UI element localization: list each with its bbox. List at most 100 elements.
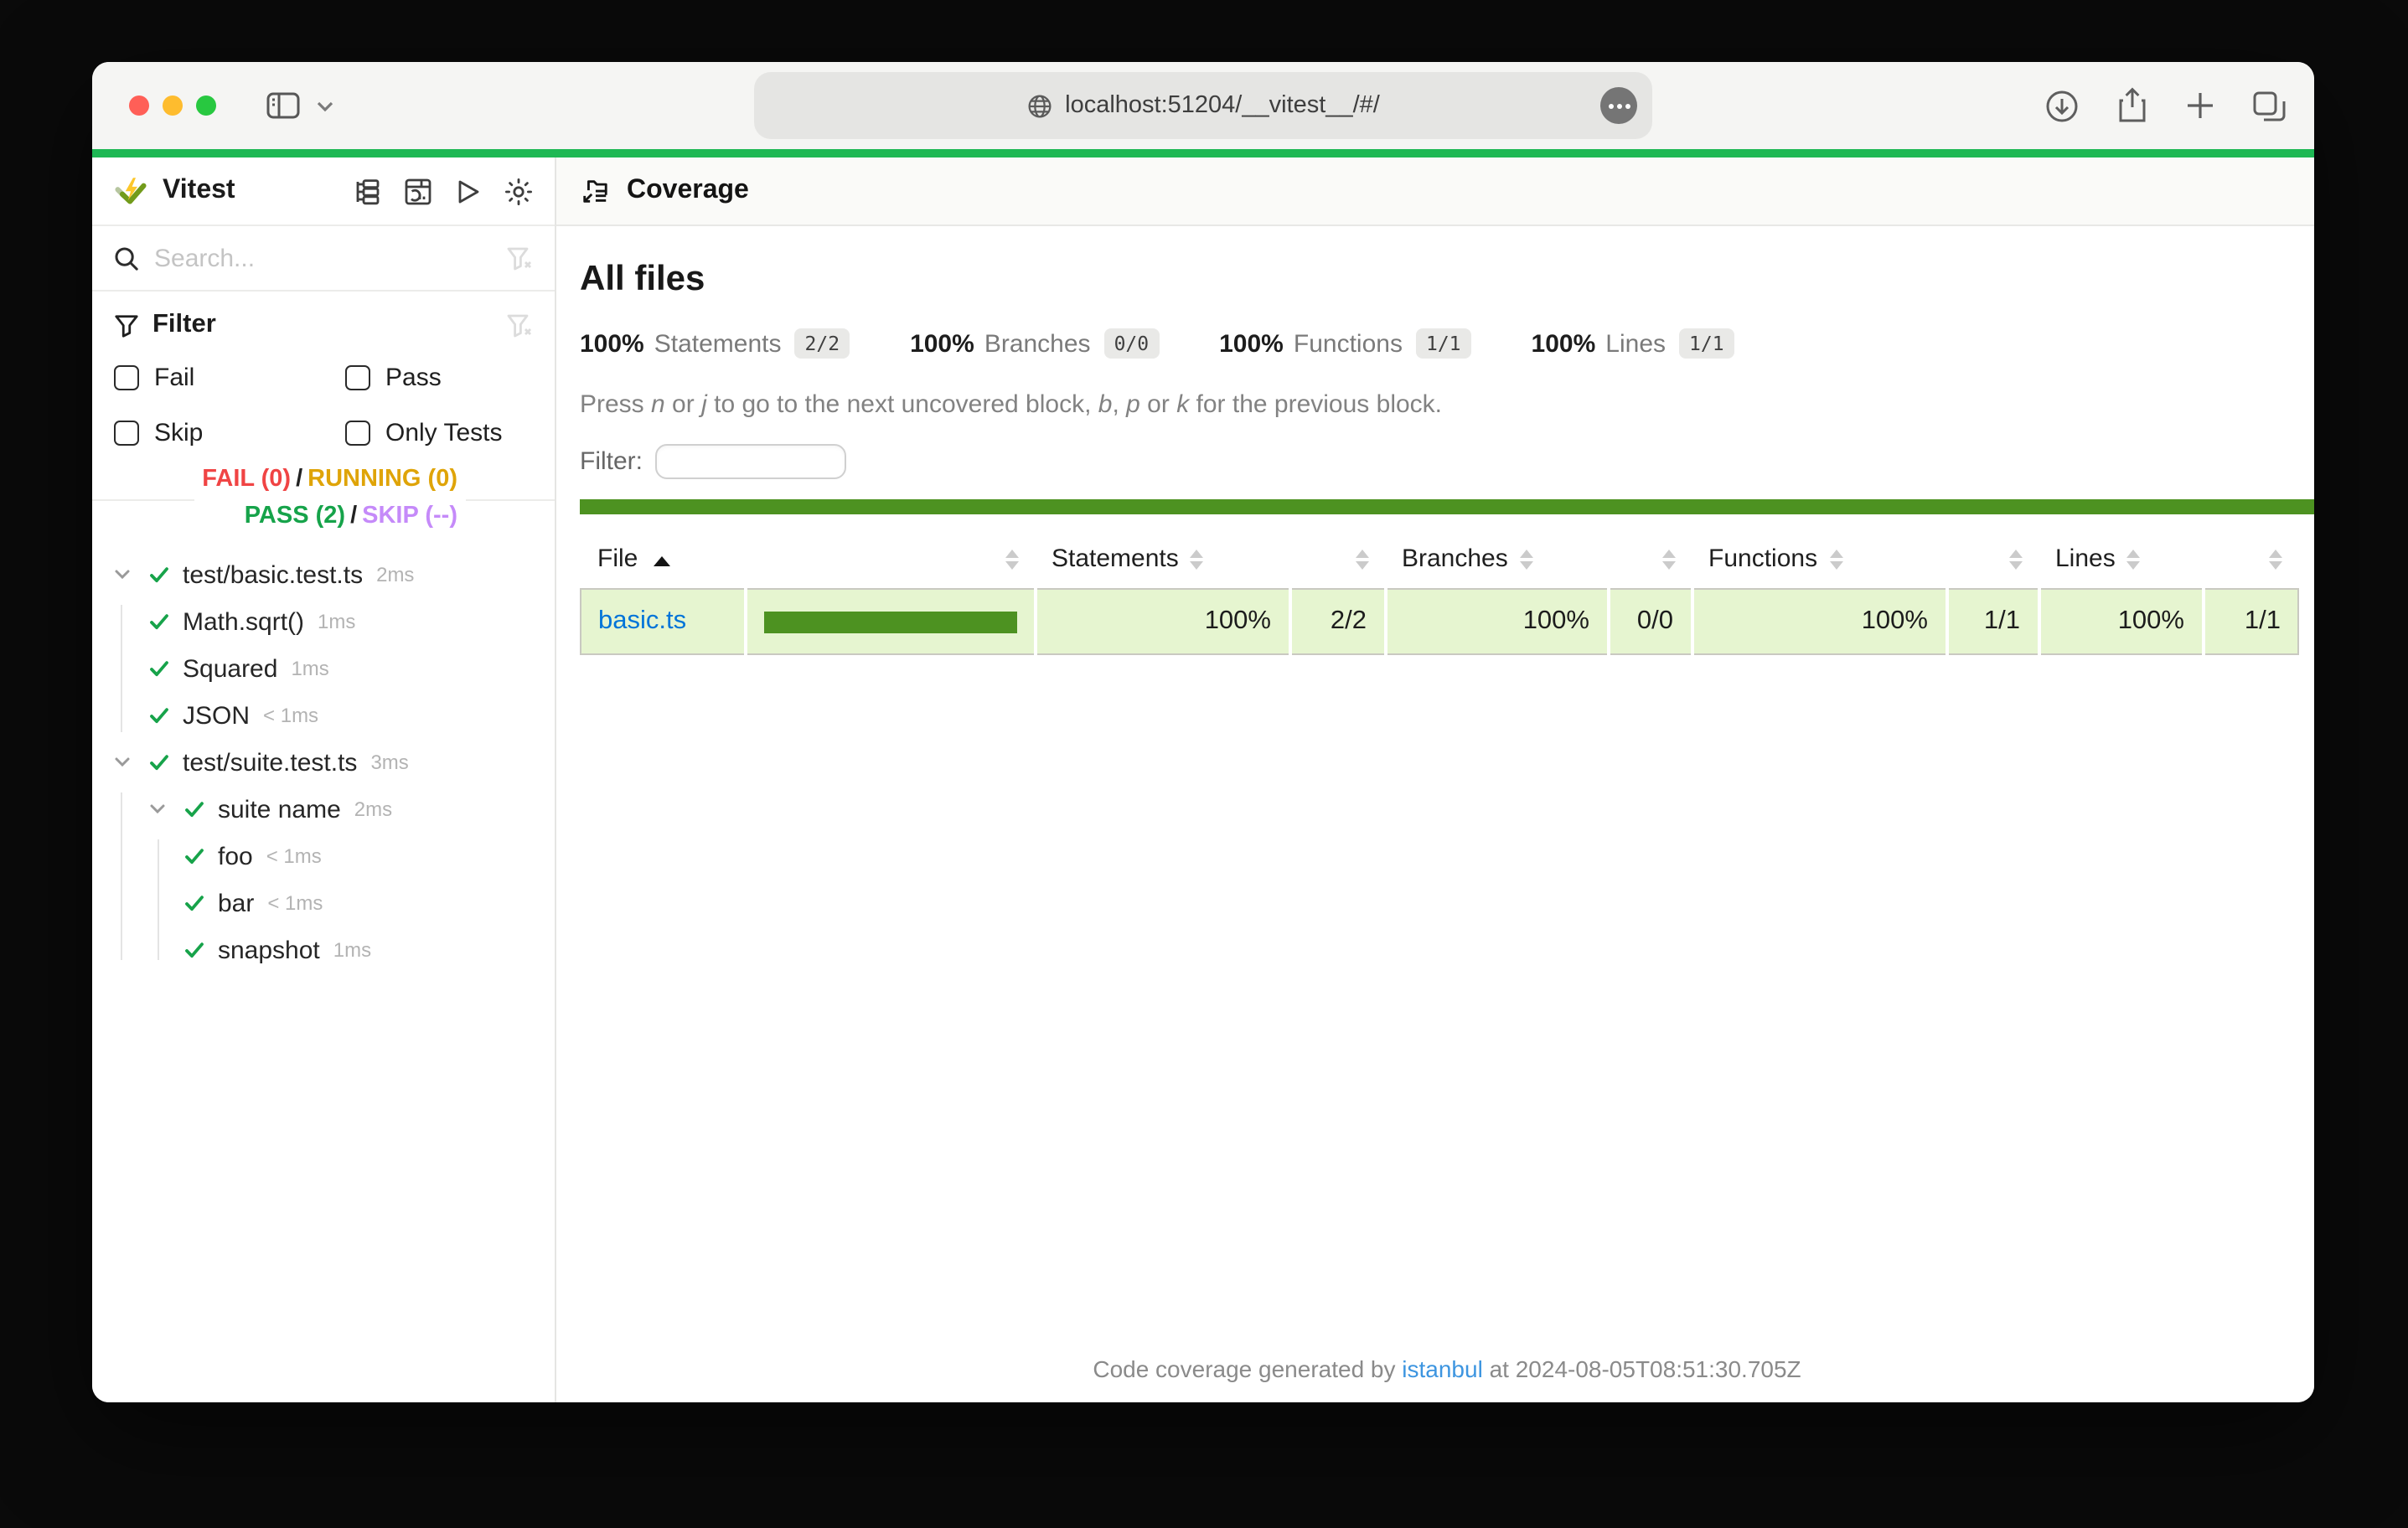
test-duration: 1ms xyxy=(333,938,371,962)
close-window-button[interactable] xyxy=(129,96,149,116)
sidebar-toggle-icon[interactable] xyxy=(266,92,300,119)
vitest-progress-bar xyxy=(92,149,2314,157)
test-name: snapshot xyxy=(218,936,320,964)
sidebar-filter-panel: Filter FailPass Skip Only Tests xyxy=(92,292,555,461)
sort-icon xyxy=(2008,550,2022,570)
theme-toggle-sun-icon[interactable] xyxy=(504,177,533,205)
column-header-branches-ratio[interactable] xyxy=(1608,534,1692,589)
sort-icon xyxy=(1005,550,1018,570)
checkbox[interactable] xyxy=(114,364,139,390)
pass-check-icon xyxy=(147,751,171,774)
minimize-window-button[interactable] xyxy=(163,96,183,116)
filter-option-fail[interactable]: Fail xyxy=(114,359,345,395)
coverage-page-title: Coverage xyxy=(627,176,749,206)
column-header-functions-ratio[interactable] xyxy=(1946,534,2039,589)
filter-clear-icon[interactable] xyxy=(506,312,533,338)
column-header-branches[interactable]: Branches xyxy=(1385,534,1608,589)
column-header-statements[interactable]: Statements xyxy=(1035,534,1289,589)
metric-percent: 100% xyxy=(1219,329,1284,358)
test-name: JSON xyxy=(183,701,250,730)
sort-icon xyxy=(1829,550,1842,570)
status-line-2: PASS (2)/SKIP (--) xyxy=(202,498,457,534)
run-all-icon[interactable] xyxy=(454,177,483,205)
test-name: test/suite.test.ts xyxy=(183,748,357,777)
filter-option-only-tests[interactable]: Only Tests xyxy=(345,414,533,451)
tree-item[interactable]: snapshot 1ms xyxy=(92,927,555,973)
metric-label: Functions xyxy=(1294,329,1403,358)
page-settings-button[interactable] xyxy=(1600,87,1637,124)
dashboard-icon[interactable] xyxy=(404,177,432,205)
summary-metric-lines: 100%Lines1/1 xyxy=(1532,328,1734,359)
checkbox[interactable] xyxy=(114,420,139,445)
metric-ratio-badge: 0/0 xyxy=(1104,328,1160,359)
branches-ratio-cell: 0/0 xyxy=(1608,589,1692,654)
address-bar[interactable]: localhost:51204/__vitest__/#/ xyxy=(754,72,1652,139)
checkbox[interactable] xyxy=(345,364,370,390)
hint-text: or xyxy=(1140,390,1176,419)
checkbox[interactable] xyxy=(345,420,370,445)
zoom-window-button[interactable] xyxy=(196,96,216,116)
column-header-chart[interactable] xyxy=(745,534,1035,589)
search-filter-clear-icon[interactable] xyxy=(506,245,533,271)
vitest-sidebar: Vitest xyxy=(92,157,556,1402)
file-cell: basic.ts xyxy=(581,589,745,654)
column-header-statements-ratio[interactable] xyxy=(1289,534,1385,589)
chevron-down-icon[interactable] xyxy=(317,100,333,111)
metric-label: Statements xyxy=(654,329,782,358)
metric-label: Branches xyxy=(984,329,1091,358)
search-input[interactable] xyxy=(154,244,506,272)
tree-item[interactable]: test/basic.test.ts2ms xyxy=(92,551,555,598)
keyboard-hint: Press n or j to go to the next uncovered… xyxy=(580,390,2314,419)
metric-ratio-badge: 1/1 xyxy=(1416,328,1471,359)
filter-option-pass[interactable]: Pass xyxy=(345,359,533,395)
chevron-down-icon[interactable] xyxy=(112,565,134,585)
filter-title: Filter xyxy=(152,310,216,340)
run-status-summary: FAIL (0)/RUNNING (0) PASS (2)/SKIP (--) xyxy=(92,461,555,541)
test-name: test/basic.test.ts xyxy=(183,560,363,589)
summary-metric-functions: 100% Functions 1/1 xyxy=(1219,328,1470,359)
filter-funnel-icon xyxy=(114,312,139,338)
tree-item[interactable]: bar < 1ms xyxy=(92,880,555,927)
chevron-down-icon[interactable] xyxy=(147,799,169,819)
metric-percent: 100% xyxy=(1532,329,1596,358)
downloads-icon[interactable] xyxy=(2044,88,2080,123)
checkbox-label: Skip xyxy=(154,418,203,447)
chevron-down-icon[interactable] xyxy=(112,752,134,772)
tree-view-icon[interactable] xyxy=(354,177,382,205)
column-header-lines-ratio[interactable] xyxy=(2203,534,2298,589)
statements-pct-cell: 100% xyxy=(1035,589,1289,654)
istanbul-link[interactable]: istanbul xyxy=(1402,1355,1483,1382)
tree-item[interactable]: foo< 1ms xyxy=(92,833,555,880)
browser-titlebar: localhost:51204/__vitest__/#/ xyxy=(92,62,2314,149)
sort-icon xyxy=(2268,550,2281,570)
tree-item[interactable]: JSON < 1ms xyxy=(92,692,555,739)
all-files-heading: All files xyxy=(580,260,2314,300)
tree-item[interactable]: Math.sqrt()1ms xyxy=(92,598,555,645)
coverage-body: All files 100%Statements2/2100%Branches0… xyxy=(556,226,2314,1402)
tree-item[interactable]: test/suite.test.ts3ms xyxy=(92,739,555,786)
test-duration: < 1ms xyxy=(263,704,318,727)
pass-check-icon xyxy=(147,563,171,586)
tree-item[interactable]: suite name2ms xyxy=(92,786,555,833)
pass-check-icon xyxy=(183,844,206,868)
coverage-table: File Statements Branches Functions Lines xyxy=(580,534,2299,655)
pass-check-icon xyxy=(183,891,206,915)
url-text: localhost:51204/__vitest__/#/ xyxy=(1065,92,1380,119)
metric-percent: 100% xyxy=(580,329,644,358)
coverage-filter-label: Filter: xyxy=(580,447,643,476)
tree-item[interactable]: Squared1ms xyxy=(92,645,555,692)
hint-text: for the previous block. xyxy=(1189,390,1442,419)
test-name: bar xyxy=(218,889,254,917)
column-header-functions[interactable]: Functions xyxy=(1692,534,1946,589)
column-header-file[interactable]: File xyxy=(581,534,745,589)
new-tab-icon[interactable] xyxy=(2185,90,2215,121)
checkbox-label: Only Tests xyxy=(385,418,503,447)
test-duration: < 1ms xyxy=(267,891,323,915)
coverage-filter-input[interactable] xyxy=(654,444,845,479)
share-icon[interactable] xyxy=(2116,87,2148,124)
filter-option-skip[interactable]: Skip xyxy=(114,414,345,451)
hint-text: to go to the next uncovered block, xyxy=(707,390,1098,419)
column-header-lines[interactable]: Lines xyxy=(2039,534,2203,589)
file-link[interactable]: basic.ts xyxy=(598,607,686,635)
tab-overview-icon[interactable] xyxy=(2252,90,2287,121)
